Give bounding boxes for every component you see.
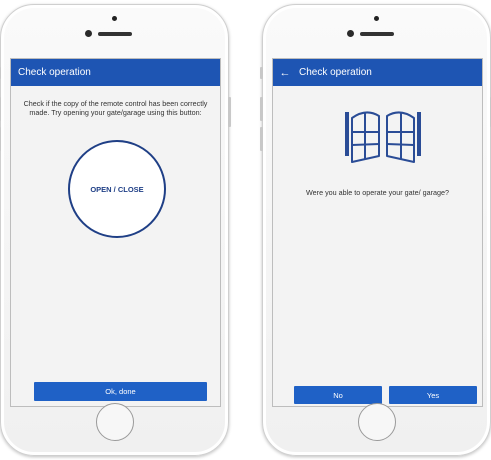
camera-dot [112,16,117,21]
mockup-stage: Check operation Check if the copy of the… [0,0,491,460]
open-close-label: OPEN / CLOSE [90,184,144,194]
gate-icon [345,111,421,163]
front-camera [347,30,354,37]
volume-up-button [0,97,1,121]
page-title: Check operation [18,67,91,78]
instructions-text: Check if the copy of the remote control … [23,99,208,117]
ok-done-label: Ok, done [105,387,136,396]
question-text: Were you able to operate your gate/ gara… [306,188,449,197]
no-label: No [333,390,343,400]
earpiece-speaker [359,32,394,36]
screen-confirm-operation: ← Check operation Were you able to opera… [272,58,483,407]
earpiece-speaker [97,32,132,36]
ok-done-button[interactable]: Ok, done [34,382,207,401]
open-close-button[interactable]: OPEN / CLOSE [68,140,166,238]
screen-check-operation: Check operation Check if the copy of the… [10,58,221,407]
app-bar: ← Check operation [273,59,482,86]
volume-up-button [260,97,263,121]
volume-down-button [260,127,263,151]
home-button[interactable] [95,403,134,441]
mute-switch [260,67,263,79]
yes-button[interactable]: Yes [389,386,477,404]
front-camera [85,30,92,37]
home-button[interactable] [357,403,396,441]
mute-switch [0,67,1,79]
app-bar: Check operation [11,59,220,86]
page-title: Check operation [299,67,372,78]
power-button [228,97,231,127]
volume-down-button [0,127,1,151]
yes-label: Yes [426,390,440,400]
back-arrow-icon[interactable]: ← [273,67,295,79]
no-button[interactable]: No [294,386,382,404]
camera-dot [374,16,379,21]
phone-frame-left: Check operation Check if the copy of the… [0,4,231,456]
phone-frame-right: ← Check operation Were you able to opera… [260,4,491,456]
